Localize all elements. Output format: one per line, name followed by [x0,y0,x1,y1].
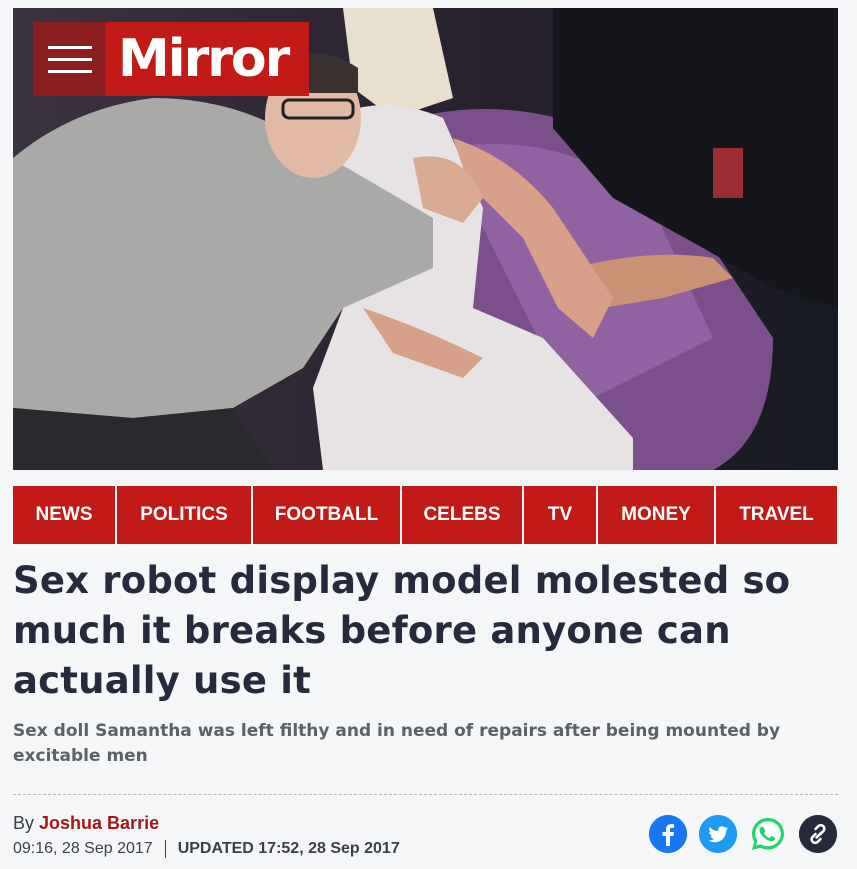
twitter-icon[interactable] [699,815,737,853]
link-glyph [799,815,837,853]
nav-item-tv[interactable]: TV [524,486,596,544]
link-icon[interactable] [799,815,837,853]
article-dates: 09:16, 28 Sep 2017 UPDATED 17:52, 28 Sep… [13,840,400,858]
article-page: Mirror NEWS POLITICS FOOTBALL CELEBS TV … [0,0,857,869]
byline-prefix: By [13,813,35,833]
nav-item-football[interactable]: FOOTBALL [253,486,400,544]
twitter-glyph [699,815,737,853]
nav-item-politics[interactable]: POLITICS [117,486,251,544]
mirror-logo[interactable]: Mirror [106,22,309,96]
whatsapp-icon[interactable] [749,815,787,853]
divider [13,794,838,795]
menu-line [47,69,92,73]
published-date: 09:16, 28 Sep 2017 [13,840,153,857]
nav-item-travel[interactable]: TRAVEL [716,486,837,544]
menu-line [47,45,92,49]
site-header: Mirror [33,22,309,96]
menu-line [47,57,92,61]
facebook-glyph [649,815,687,853]
date-separator [164,840,166,858]
section-nav: NEWS POLITICS FOOTBALL CELEBS TV MONEY T… [13,486,837,544]
article-standfirst: Sex doll Samantha was left filthy and in… [13,721,781,766]
updated-date: UPDATED 17:52, 28 Sep 2017 [177,840,400,857]
hamburger-menu-icon[interactable] [33,22,106,96]
whatsapp-glyph [752,818,784,850]
nav-item-money[interactable]: MONEY [598,486,714,544]
nav-item-celebs[interactable]: CELEBS [402,486,522,544]
share-bar [649,815,837,853]
nav-item-news[interactable]: NEWS [13,486,115,544]
article-headline: Sex robot display model molested so much… [13,559,791,702]
facebook-icon[interactable] [649,815,687,853]
byline: By Joshua Barrie [13,813,159,834]
author-link[interactable]: Joshua Barrie [39,813,159,833]
